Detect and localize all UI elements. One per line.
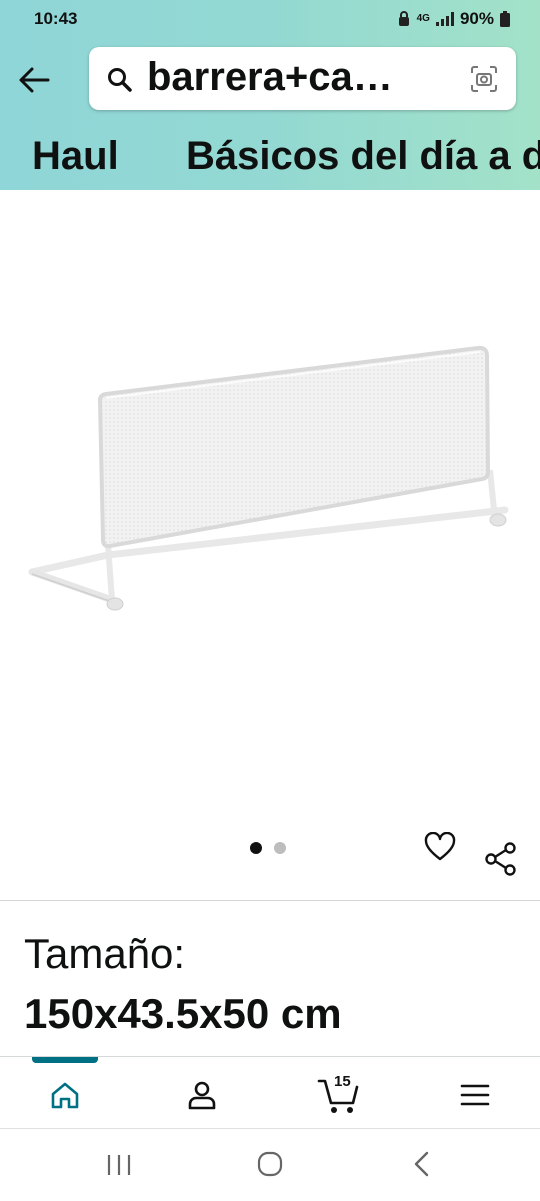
wishlist-button[interactable]: [424, 831, 456, 867]
heart-icon: [424, 831, 456, 861]
variation-value: 150x43.5x50 cm: [24, 990, 342, 1037]
share-button[interactable]: [484, 842, 518, 881]
search-icon: [108, 68, 132, 92]
nav-menu[interactable]: [455, 1075, 495, 1115]
nav-home[interactable]: [45, 1075, 85, 1115]
cart-count: 15: [334, 1073, 351, 1090]
battery-icon: [500, 11, 510, 27]
search-bar[interactable]: barrera+ca…: [89, 47, 516, 110]
back-arrow-icon: [19, 67, 50, 93]
active-tab-indicator: [32, 1057, 98, 1063]
app-header: 10:43 4G 90% barrera+ca… Haul Básicos de…: [0, 0, 540, 190]
share-icon: [485, 842, 516, 876]
status-icons: 4G 90%: [397, 9, 510, 29]
nav-cart[interactable]: 15: [316, 1073, 362, 1115]
nav-account[interactable]: [182, 1075, 222, 1115]
system-navigation-bar: [0, 1128, 540, 1201]
section-divider: [0, 900, 540, 901]
pagination-dot[interactable]: [274, 842, 286, 854]
nav-link-basicos[interactable]: Básicos del día a día: [186, 134, 540, 179]
search-query[interactable]: barrera+ca…: [147, 55, 457, 100]
nav-link-haul[interactable]: Haul: [32, 134, 119, 179]
recent-apps-icon: [107, 1155, 131, 1175]
menu-icon: [460, 1084, 490, 1106]
pagination-dot-active[interactable]: [250, 842, 262, 854]
status-time: 10:43: [34, 9, 78, 28]
network-type: 4G: [416, 13, 430, 24]
camera-search-icon[interactable]: [470, 65, 498, 93]
product-image[interactable]: [0, 190, 540, 840]
status-bar: 10:43 4G 90%: [0, 0, 540, 40]
variation-label: Tamaño:: [24, 930, 186, 977]
lock-icon: [398, 11, 409, 26]
account-icon: [188, 1081, 216, 1110]
home-circle-icon: [257, 1151, 283, 1177]
bed-rail-illustration: [28, 345, 509, 611]
battery-percent: 90%: [459, 9, 494, 28]
nav-links: Haul Básicos del día a día: [0, 130, 540, 185]
signal-icon: [435, 12, 454, 26]
home-icon: [51, 1082, 79, 1109]
image-pagination-dots: [250, 842, 286, 854]
back-system-button[interactable]: [412, 1151, 432, 1182]
home-system-button[interactable]: [257, 1151, 283, 1182]
bottom-navigation: 15: [0, 1056, 540, 1129]
recent-apps-button[interactable]: [106, 1153, 132, 1182]
back-chevron-icon: [414, 1151, 429, 1177]
back-button[interactable]: [14, 60, 54, 100]
